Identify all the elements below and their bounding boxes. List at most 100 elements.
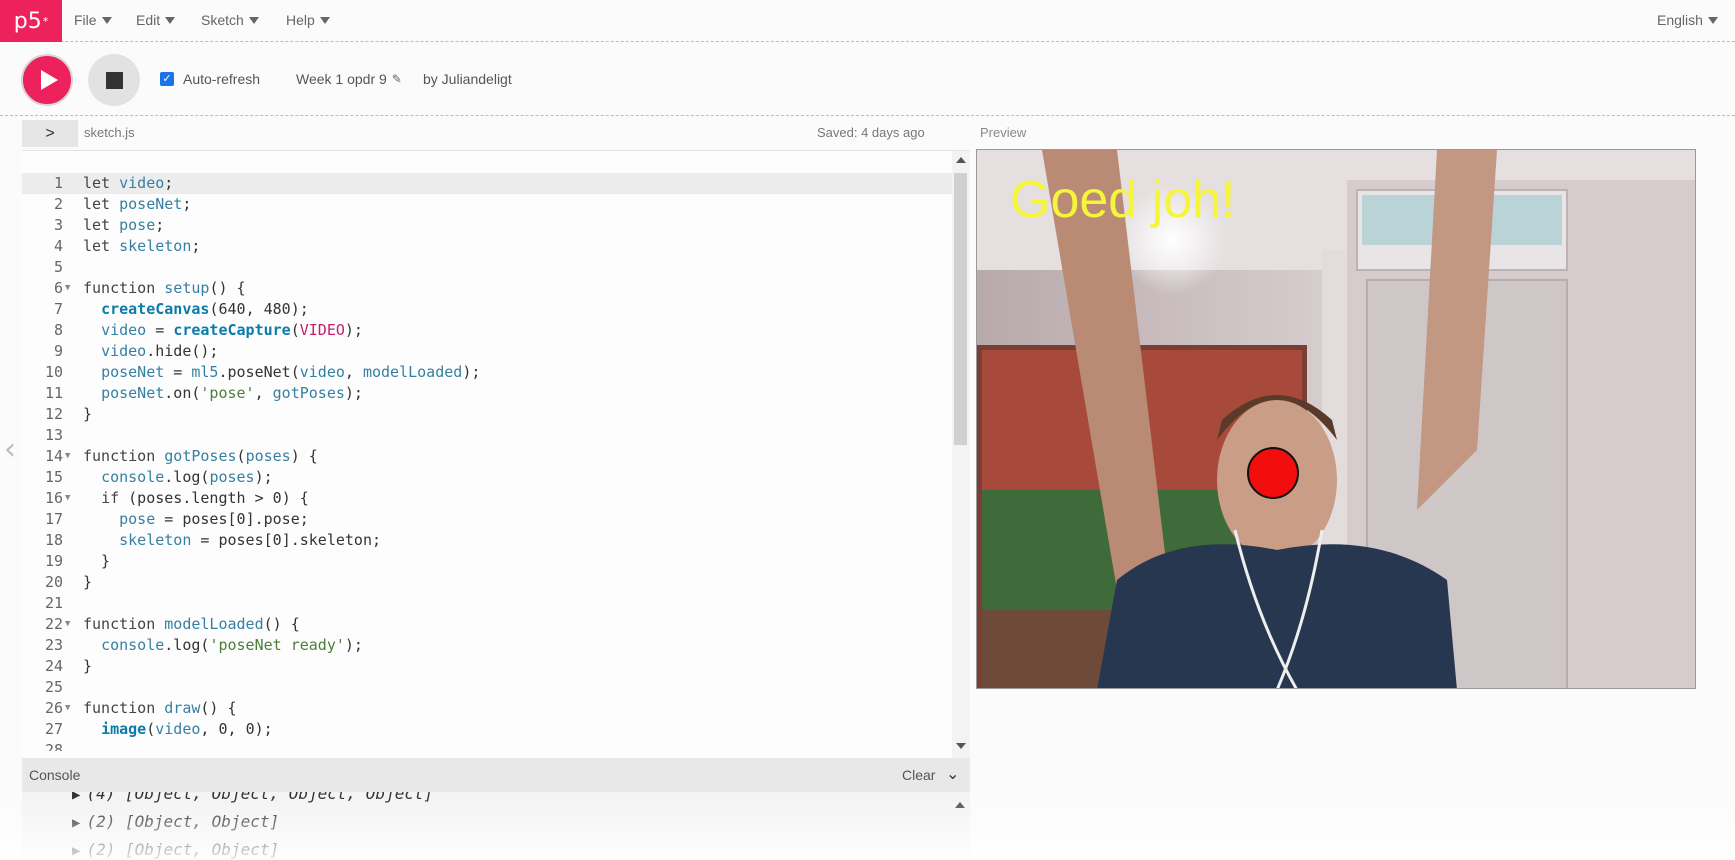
code-line[interactable]: 5 — [22, 257, 952, 278]
sketch-author[interactable]: by Juliandeligt — [423, 71, 512, 87]
p5-logo[interactable]: p5 * — [0, 0, 62, 42]
code-line[interactable]: 7 createCanvas(640, 480); — [22, 299, 952, 320]
logo-asterisk: * — [42, 14, 49, 28]
console-entry[interactable]: ▶ (2) [Object, Object] — [72, 840, 279, 859]
code-line[interactable]: 2 let poseNet; — [22, 194, 952, 215]
code-text: function setup() { — [83, 279, 246, 297]
console-clear-button[interactable]: Clear — [902, 767, 935, 783]
language-label: English — [1657, 12, 1703, 28]
code-line[interactable]: 16 ▼ if (poses.length > 0) { — [22, 488, 952, 509]
file-tab[interactable]: sketch.js — [84, 125, 135, 140]
preview-overlay-text: Goed joh! — [1010, 171, 1236, 229]
console-scroll-up-icon[interactable] — [955, 802, 965, 808]
menubar: p5 * File Edit Sketch Help English — [0, 0, 1735, 42]
editor-scrollbar[interactable] — [952, 151, 970, 758]
code-line[interactable]: 26 ▼ function draw() { — [22, 698, 952, 719]
code-line[interactable]: 20} — [22, 572, 952, 593]
auto-refresh-checkbox[interactable]: ✓ — [160, 72, 174, 86]
code-text: poseNet = ml5.poseNet(video, modelLoaded… — [101, 363, 481, 381]
code-text: skeleton = poses[0].skeleton; — [119, 531, 382, 549]
fold-toggle-icon[interactable]: ▼ — [65, 614, 70, 635]
line-number: 27 — [44, 720, 63, 738]
menu-help[interactable]: Help — [286, 12, 330, 28]
expand-triangle-icon[interactable]: ▶ — [72, 815, 80, 831]
fold-toggle-icon[interactable]: ▼ — [65, 446, 70, 467]
line-number: 28 — [44, 741, 63, 751]
sketch-name-label: Week 1 opdr 9 — [296, 71, 387, 87]
fold-toggle-icon[interactable]: ▼ — [65, 698, 70, 719]
language-selector[interactable]: English — [1657, 12, 1718, 28]
menu-sketch[interactable]: Sketch — [201, 12, 259, 28]
code-text: pose = poses[0].pose; — [119, 510, 309, 528]
menu-file-label: File — [74, 12, 97, 28]
line-number: 10 — [44, 363, 63, 381]
code-line[interactable]: 28 — [22, 740, 952, 751]
code-line[interactable]: 22 ▼ function modelLoaded() { — [22, 614, 952, 635]
code-line[interactable]: 18 skeleton = poses[0].skeleton; — [22, 530, 952, 551]
line-number: 7 — [53, 300, 63, 318]
code-text: } — [83, 657, 93, 675]
code-area[interactable]: 1 let video; 2 let poseNet; 3 let pose; 4 let s… — [22, 173, 952, 751]
line-number: 26 — [44, 699, 63, 717]
code-text: let poseNet; — [83, 195, 192, 213]
console-entry[interactable]: ▶ (2) [Object, Object] — [72, 812, 279, 831]
code-text: } — [83, 405, 93, 423]
console-output[interactable]: ▶ (4) [Object, Object, Object, Object] ▶ (… — [22, 792, 970, 860]
code-line[interactable]: 10 poseNet = ml5.poseNet(video, modelLoa… — [22, 362, 952, 383]
caret-down-icon — [319, 16, 330, 24]
menu-file[interactable]: File — [74, 12, 112, 28]
logo-text: p5 — [13, 8, 42, 34]
code-line[interactable]: 19 } — [22, 551, 952, 572]
console-entry-text: (2) [Object, Object] — [86, 812, 280, 831]
expand-triangle-icon[interactable]: ▶ — [72, 792, 80, 803]
chevron-left-icon[interactable]: ‹ — [4, 432, 16, 467]
code-text: let skeleton; — [83, 237, 201, 255]
code-line[interactable]: 4 let skeleton; — [22, 236, 952, 257]
code-line[interactable]: 11 poseNet.on('pose', gotPoses); — [22, 383, 952, 404]
preview-canvas[interactable]: Goed joh! — [976, 149, 1696, 689]
code-line[interactable]: 6 ▼ function setup() { — [22, 278, 952, 299]
menu-sketch-label: Sketch — [201, 12, 244, 28]
console-entry[interactable]: ▶ (4) [Object, Object, Object, Object] — [72, 792, 433, 803]
line-number: 8 — [53, 321, 63, 339]
fold-toggle-icon[interactable]: ▼ — [65, 278, 70, 299]
play-button[interactable] — [21, 54, 73, 106]
chevron-down-icon[interactable]: ⌄ — [946, 764, 959, 784]
code-line[interactable]: 13 — [22, 425, 952, 446]
code-line[interactable]: 24} — [22, 656, 952, 677]
webcam-video — [977, 150, 1695, 688]
menu-edit[interactable]: Edit — [136, 12, 176, 28]
code-text: console.log(poses); — [101, 468, 273, 486]
stop-button[interactable] — [88, 54, 140, 106]
pencil-icon[interactable]: ✎ — [392, 72, 402, 86]
expand-triangle-icon[interactable]: ▶ — [72, 843, 80, 859]
code-editor[interactable]: 1 let video; 2 let poseNet; 3 let pose; 4 let s… — [22, 150, 970, 758]
auto-refresh-toggle[interactable]: ✓ Auto-refresh — [160, 71, 260, 87]
scroll-down-icon[interactable] — [956, 743, 966, 749]
fold-toggle-icon[interactable]: ▼ — [65, 488, 70, 509]
code-text: } — [83, 552, 111, 570]
code-line[interactable]: 9 video.hide(); — [22, 341, 952, 362]
code-line[interactable]: 14 ▼ function gotPoses(poses) { — [22, 446, 952, 467]
code-line[interactable]: 3 let pose; — [22, 215, 952, 236]
code-line[interactable]: 1 let video; — [22, 173, 952, 194]
line-number: 17 — [44, 510, 63, 528]
line-number: 21 — [44, 594, 63, 612]
editor-scroll-thumb[interactable] — [954, 173, 967, 445]
code-text: poseNet.on('pose', gotPoses); — [101, 384, 363, 402]
code-line[interactable]: 12} — [22, 404, 952, 425]
code-line[interactable]: 23 console.log('poseNet ready'); — [22, 635, 952, 656]
code-text: image(video, 0, 0); — [101, 720, 273, 738]
line-number: 13 — [44, 426, 63, 444]
code-line[interactable]: 25 — [22, 677, 952, 698]
line-number: 14 — [44, 447, 63, 465]
scroll-up-icon[interactable] — [956, 157, 966, 163]
sketch-name[interactable]: Week 1 opdr 9 ✎ — [296, 71, 402, 87]
code-text: video = createCapture(VIDEO); — [101, 321, 363, 339]
code-line[interactable]: 17 pose = poses[0].pose; — [22, 509, 952, 530]
code-line[interactable]: 15 console.log(poses); — [22, 467, 952, 488]
expand-sidebar-button[interactable]: > — [22, 120, 78, 147]
code-line[interactable]: 8 video = createCapture(VIDEO); — [22, 320, 952, 341]
code-line[interactable]: 21 — [22, 593, 952, 614]
code-line[interactable]: 27 image(video, 0, 0); — [22, 719, 952, 740]
